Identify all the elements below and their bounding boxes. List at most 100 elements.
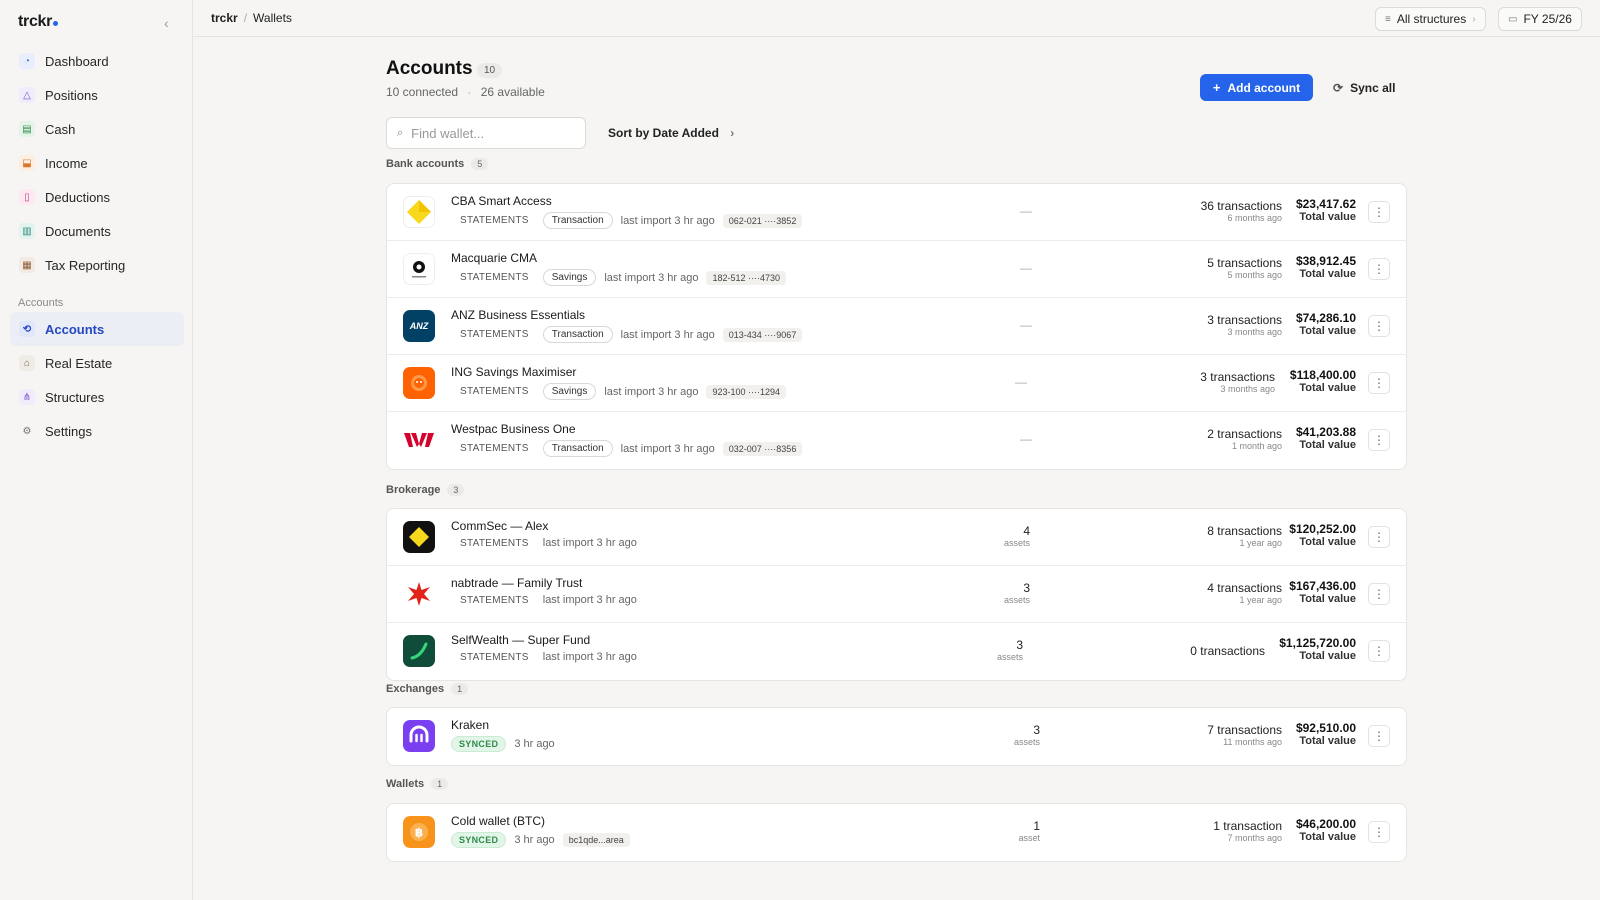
sidebar-item-label: Dashboard xyxy=(45,53,109,69)
wallet-address: bc1qde...area xyxy=(562,833,630,847)
more-options-button[interactable]: ⋮ xyxy=(1368,583,1390,605)
account-row-kraken[interactable]: Kraken SYNCED 3 hr ago 3 assets 7 transac… xyxy=(387,708,1406,765)
account-meta: STATEMENTS Transaction last import 3 hr … xyxy=(451,212,803,229)
more-options-button[interactable]: ⋮ xyxy=(1368,372,1390,394)
account-number: 923-100 ····1294 xyxy=(706,384,787,399)
sidebar-item-tax-reporting[interactable]: ▦ Tax Reporting xyxy=(10,248,184,282)
total-value: $74,286.10 xyxy=(1295,311,1356,325)
more-options-button[interactable]: ⋮ xyxy=(1368,526,1390,548)
transaction-count: 7 transactions xyxy=(1207,723,1282,737)
value-info: $120,252.00 Total value xyxy=(1289,522,1356,548)
account-name: CBA Smart Access xyxy=(451,194,552,208)
asset-label: assets xyxy=(1013,737,1040,747)
assets-placeholder: — xyxy=(1020,432,1032,446)
account-row-anz[interactable]: ANZ ANZ Business Essentials STATEMENTS T… xyxy=(387,298,1406,355)
total-value: $41,203.88 xyxy=(1295,425,1356,439)
account-row-cba[interactable]: CBA Smart Access STATEMENTS Transaction … xyxy=(387,184,1406,241)
transaction-count: 3 transactions xyxy=(1207,313,1282,327)
sidebar-item-deductions[interactable]: ▯ Deductions xyxy=(10,180,184,214)
account-row-cold-wallet[interactable]: ฿ Cold wallet (BTC) SYNCED 3 hr ago bc1q… xyxy=(387,804,1406,861)
sidebar-item-structures[interactable]: ⋔ Structures xyxy=(10,380,184,414)
sync-all-button[interactable]: ⟳ Sync all xyxy=(1333,74,1395,101)
sidebar-item-accounts[interactable]: ⟲ Accounts xyxy=(10,312,184,346)
sidebar-item-settings[interactable]: ⚙ Settings xyxy=(10,414,184,448)
last-import: last import 3 hr ago xyxy=(542,651,637,663)
sidebar-item-cash[interactable]: ▤ Cash xyxy=(10,112,184,146)
transaction-date: 3 months ago xyxy=(1220,384,1275,394)
account-row-macquarie[interactable]: Macquarie CMA STATEMENTS Savings last im… xyxy=(387,241,1406,298)
account-name: nabtrade — Family Trust xyxy=(451,576,583,590)
total-value-label: Total value xyxy=(1299,382,1356,394)
source-kind: STATEMENTS xyxy=(460,651,529,663)
total-value: $118,400.00 xyxy=(1289,368,1356,382)
account-meta: SYNCED 3 hr ago bc1qde...area xyxy=(451,832,630,848)
more-options-button[interactable]: ⋮ xyxy=(1368,429,1390,451)
more-options-button[interactable]: ⋮ xyxy=(1368,258,1390,280)
asset-label: assets xyxy=(996,652,1023,662)
breadcrumb-current: Wallets xyxy=(253,11,292,25)
account-row-nabtrade[interactable]: nabtrade — Family Trust STATEMENTS last … xyxy=(387,566,1406,623)
transaction-date: 7 months ago xyxy=(1227,833,1282,843)
assets-info: 3 assets xyxy=(970,581,1030,605)
transaction-count: 4 transactions xyxy=(1207,581,1282,595)
positions-icon: △ xyxy=(19,87,35,103)
sidebar-item-documents[interactable]: ▥ Documents xyxy=(10,214,184,248)
section-header-bank: Bank accounts 5 xyxy=(386,158,489,170)
value-info: $92,510.00 Total value xyxy=(1296,721,1356,747)
add-account-button[interactable]: + Add account xyxy=(1200,74,1313,101)
calendar-icon: ▭ xyxy=(1508,13,1518,25)
more-options-button[interactable]: ⋮ xyxy=(1368,315,1390,337)
more-options-button[interactable]: ⋮ xyxy=(1368,201,1390,223)
assets-placeholder: — xyxy=(1020,261,1032,275)
source-kind: STATEMENTS xyxy=(460,329,529,340)
account-row-selfwealth[interactable]: SelfWealth — Super Fund STATEMENTS last … xyxy=(387,623,1406,680)
section-count: 5 xyxy=(471,158,489,170)
more-options-button[interactable]: ⋮ xyxy=(1368,725,1390,747)
search-input[interactable] xyxy=(411,125,572,141)
macquarie-logo-icon xyxy=(403,253,435,285)
assets-placeholder: — xyxy=(1020,318,1032,332)
sidebar-item-dashboard[interactable]: ◔ Dashboard xyxy=(10,44,184,78)
collapse-sidebar-icon[interactable]: ‹ xyxy=(164,15,169,31)
transactions-info: 3 transactions 3 months ago xyxy=(1207,313,1282,337)
transaction-date: 6 months ago xyxy=(1227,213,1282,223)
source-kind: STATEMENTS xyxy=(460,215,529,226)
fiscal-year-button[interactable]: ▭ FY 25/26 xyxy=(1498,7,1582,31)
transactions-info: 0 transactions xyxy=(1190,644,1265,658)
sort-button[interactable]: Sort by Date Added › xyxy=(608,126,734,140)
account-meta: SYNCED 3 hr ago xyxy=(451,736,563,752)
breadcrumb-root[interactable]: trckr xyxy=(211,11,238,25)
source-kind: STATEMENTS xyxy=(460,594,529,606)
section-count: 1 xyxy=(431,778,449,790)
cba-logo-icon xyxy=(403,196,435,228)
transaction-date: 1 year ago xyxy=(1239,595,1282,605)
sidebar-item-positions[interactable]: △ Positions xyxy=(10,78,184,112)
more-options-button[interactable]: ⋮ xyxy=(1368,821,1390,843)
more-options-button[interactable]: ⋮ xyxy=(1368,640,1390,662)
total-value: $23,417.62 xyxy=(1295,197,1356,211)
structures-icon: ⋔ xyxy=(19,389,35,405)
selfwealth-logo-icon xyxy=(403,635,435,667)
account-row-westpac[interactable]: Westpac Business One STATEMENTS Transact… xyxy=(387,412,1406,469)
last-import: last import 3 hr ago xyxy=(604,385,699,398)
last-import: last import 3 hr ago xyxy=(604,271,699,284)
plus-icon: + xyxy=(1212,80,1221,95)
brand-logo[interactable]: trckr xyxy=(18,13,59,31)
total-value-label: Total value xyxy=(1299,325,1356,337)
account-row-ing[interactable]: ING Savings Maximiser STATEMENTS Savings… xyxy=(387,355,1406,412)
structures-filter-label: All structures xyxy=(1396,12,1467,26)
structures-filter-button[interactable]: ≡ All structures › xyxy=(1375,7,1486,31)
transactions-info: 8 transactions 1 year ago xyxy=(1207,524,1282,548)
last-import: last import 3 hr ago xyxy=(542,594,637,606)
last-import: last import 3 hr ago xyxy=(542,537,637,549)
sidebar-item-real-estate[interactable]: ⌂ Real Estate xyxy=(10,346,184,380)
sidebar-item-income[interactable]: ⬓ Income xyxy=(10,146,184,180)
income-icon: ⬓ xyxy=(19,155,35,171)
section-count: 3 xyxy=(447,484,465,496)
tax-reporting-icon: ▦ xyxy=(19,257,35,273)
asset-label: assets xyxy=(1003,595,1030,605)
page-title: Accounts xyxy=(386,58,473,79)
deductions-icon: ▯ xyxy=(19,189,35,205)
transaction-count: 36 transactions xyxy=(1200,199,1282,213)
account-row-commsec[interactable]: CommSec — Alex STATEMENTS last import 3 … xyxy=(387,509,1406,566)
